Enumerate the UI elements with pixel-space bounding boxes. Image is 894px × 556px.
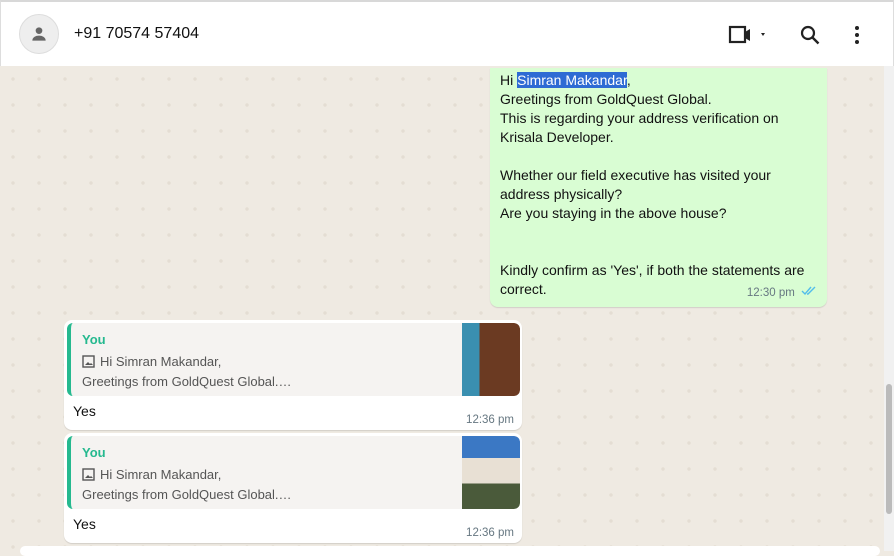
quote-line1: Hi Simran Makandar,: [100, 467, 222, 482]
comma: ,: [626, 72, 631, 88]
incoming-message[interactable]: You Hi Simran Makandar, Greetings from G…: [64, 433, 522, 543]
more-vertical-icon: [855, 26, 859, 44]
contact-avatar[interactable]: [19, 14, 59, 54]
message-text: Yes: [73, 403, 96, 419]
quote-line1: Hi Simran Makandar,: [100, 354, 222, 369]
outgoing-message[interactable]: Hi Simran Makandar, Greetings from GoldQ…: [490, 68, 827, 307]
person-icon: [32, 27, 46, 41]
incoming-message[interactable]: You Hi Simran Makandar, Greetings from G…: [64, 320, 522, 430]
message-composer[interactable]: [20, 546, 880, 556]
message-time: 12:36 pm: [466, 527, 514, 539]
image-thumbnail: [462, 436, 520, 509]
greeting-text: Hi: [500, 72, 518, 88]
quoted-message[interactable]: You Hi Simran Makandar, Greetings from G…: [67, 323, 520, 396]
message-time: 12:30 pm: [747, 284, 817, 303]
time-text: 12:30 pm: [746, 287, 795, 299]
quote-line: Hi Simran Makandar,: [82, 354, 221, 369]
menu-button[interactable]: [847, 24, 867, 51]
image-icon: [82, 468, 95, 481]
chat-header: +91 70574 57404: [0, 0, 894, 66]
contact-name[interactable]: +91 70574 57404: [74, 25, 199, 43]
quote-line: Hi Simran Makandar,: [82, 467, 221, 482]
double-check-icon: [801, 286, 816, 296]
image-icon: [82, 355, 95, 368]
message-time: 12:36 pm: [466, 414, 514, 426]
video-camera-icon: [728, 25, 765, 44]
quote-author: You: [82, 332, 106, 347]
selected-name: Simran Makandar: [517, 72, 627, 88]
search-icon: [800, 25, 820, 45]
quote-line2: Greetings from GoldQuest Global.…: [82, 487, 292, 502]
message-text: Yes: [73, 516, 96, 532]
video-call-button[interactable]: [728, 24, 770, 51]
scrollbar-thumb[interactable]: [886, 384, 892, 514]
message-body: Greetings from GoldQuest Global. This is…: [500, 91, 805, 297]
quote-author: You: [82, 445, 106, 460]
quoted-message[interactable]: You Hi Simran Makandar, Greetings from G…: [67, 436, 520, 509]
image-thumbnail: [462, 323, 520, 396]
search-button[interactable]: [799, 24, 821, 51]
quote-line2: Greetings from GoldQuest Global.…: [82, 374, 292, 389]
